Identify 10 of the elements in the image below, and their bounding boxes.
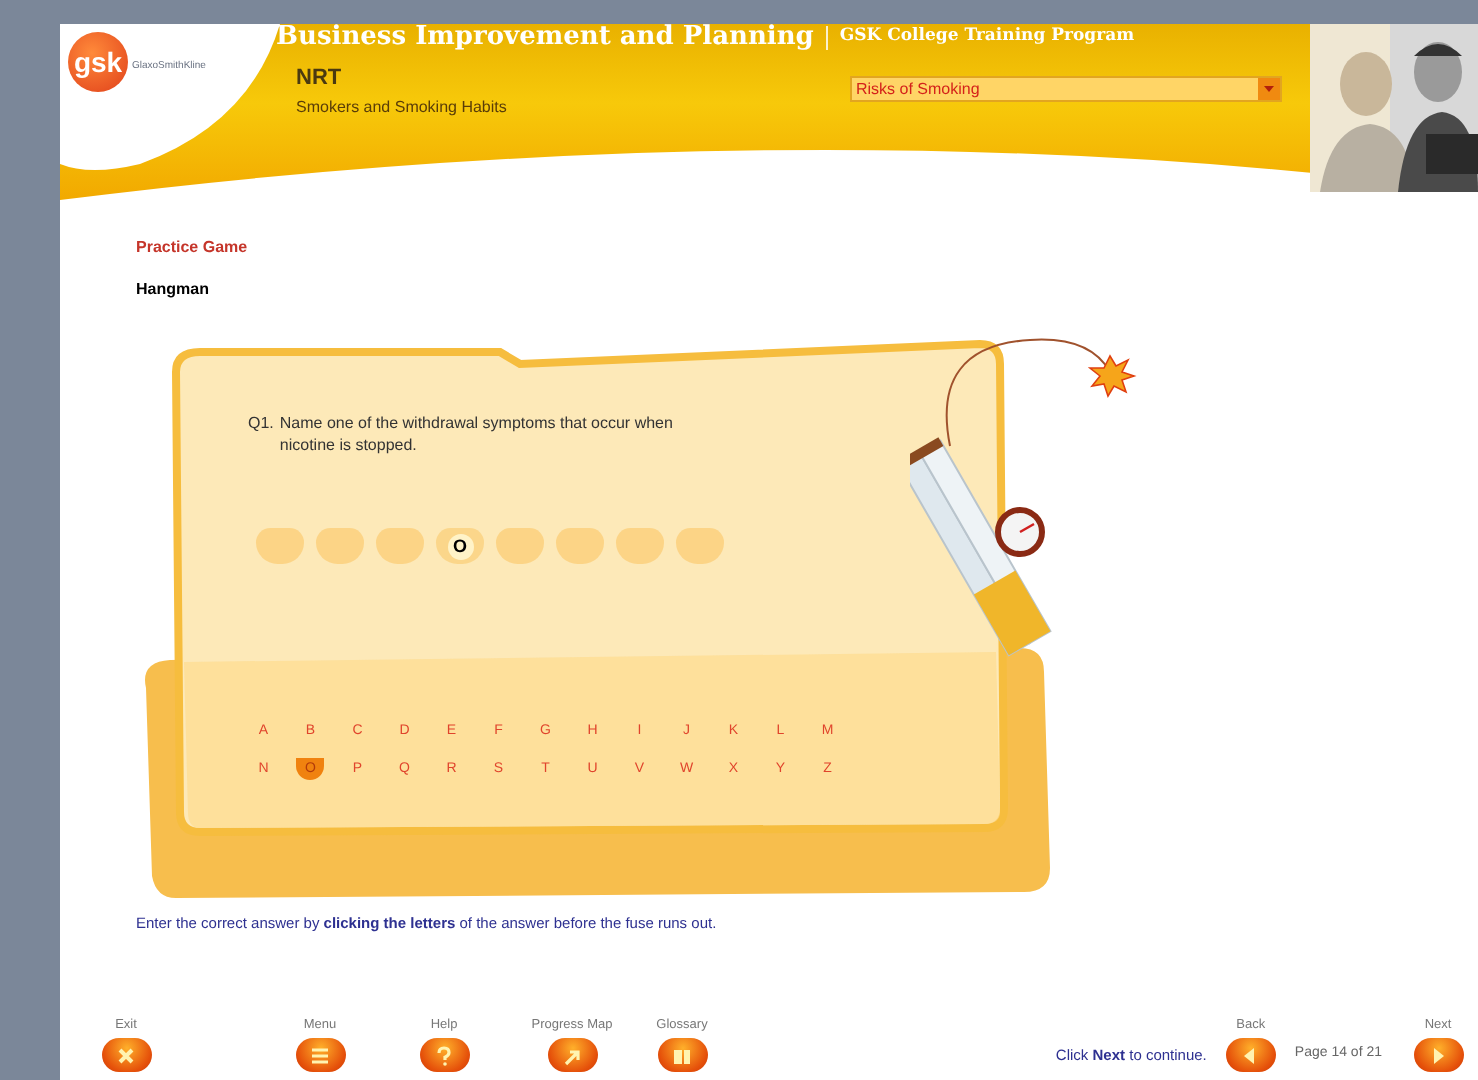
program-title: GSK College Training Program [839, 28, 1135, 46]
section-label: Practice Game [136, 236, 248, 260]
topic-dropdown[interactable]: Risks of Smoking [850, 76, 1282, 102]
topic-title: Smokers and Smoking Habits [296, 96, 507, 120]
banner-title: Business Improvement and Planning [276, 24, 814, 50]
game-title: Hangman [136, 278, 209, 302]
question-number: Q1. [248, 412, 274, 436]
module-title: NRT [296, 64, 342, 94]
menu-icon [306, 1043, 334, 1067]
question-text: Name one of the withdrawal symptoms that occur when nicotine is stopped. [279, 412, 675, 456]
